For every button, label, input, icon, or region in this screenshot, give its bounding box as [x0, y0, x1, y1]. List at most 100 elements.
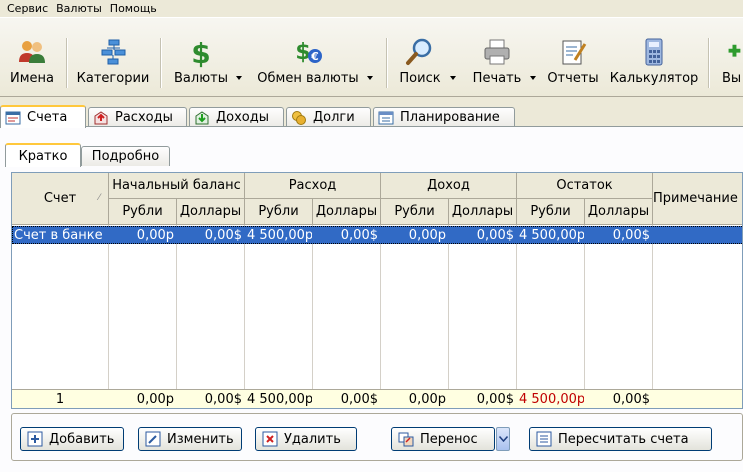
names-label: Имена: [10, 71, 54, 86]
tab-expenses-label: Расходы: [115, 110, 173, 125]
delete-button[interactable]: Удалить: [255, 427, 357, 451]
total-count: 1: [55, 392, 65, 407]
column-divider: [108, 225, 109, 389]
tab-income[interactable]: Доходы: [189, 107, 284, 127]
total-income-usd: 0,00$: [476, 392, 514, 407]
coins-icon: [292, 110, 306, 125]
search-dropdown-arrow[interactable]: [450, 76, 456, 80]
exchange-dropdown-arrow[interactable]: [367, 76, 373, 80]
tab-debts[interactable]: Долги: [286, 107, 371, 127]
transfer-button[interactable]: Перенос: [391, 427, 495, 451]
header-income[interactable]: Доход: [381, 173, 517, 199]
recalc-icon: [536, 431, 552, 447]
toolbar-separator: [66, 38, 68, 88]
svg-text:$: $: [295, 40, 310, 65]
header-initial-rub[interactable]: Рубли: [109, 199, 177, 225]
header-income-rub[interactable]: Рубли: [381, 199, 449, 225]
header-balance-usd[interactable]: Доллары: [585, 199, 653, 225]
cell-income-rub[interactable]: 0,00р: [381, 227, 448, 245]
currencies-button[interactable]: $ Валюты: [172, 36, 230, 90]
subtab-detailed[interactable]: Подробно: [81, 146, 170, 166]
exchange-button[interactable]: $ € Обмен валюты: [256, 36, 360, 90]
toolbar: Имена Категории $ Валюты $ € Обмен валют…: [0, 17, 743, 97]
toolbar-separator: [160, 38, 162, 88]
planning-icon: [378, 111, 394, 124]
transfer-label: Перенос: [420, 431, 478, 447]
search-icon: [406, 38, 432, 65]
tab-income-label: Доходы: [216, 110, 270, 125]
header-expense-usd[interactable]: Доллары: [313, 199, 381, 225]
header-note[interactable]: Примечание: [653, 173, 742, 225]
svg-text:$: $: [191, 37, 210, 68]
cell-balance-usd[interactable]: 0,00$: [585, 227, 652, 245]
header-balance[interactable]: Остаток: [517, 173, 653, 199]
subtab-brief[interactable]: Кратко: [5, 143, 81, 167]
header-balance-rub[interactable]: Рубли: [517, 199, 585, 225]
printer-icon: [484, 39, 510, 65]
tab-expenses[interactable]: Расходы: [88, 107, 187, 127]
cell-expense-rub[interactable]: 4 500,00р: [245, 227, 312, 245]
calculator-label: Калькулятор: [609, 71, 699, 86]
total-balance-rub: 4 500,00р: [519, 392, 584, 407]
accounts-icon: [5, 111, 21, 124]
header-account[interactable]: Счет ⁄: [12, 173, 109, 225]
header-usd-label: Доллары: [587, 204, 650, 219]
people-icon: [19, 41, 45, 63]
total-income-rub: 0,00р: [408, 392, 446, 407]
menu-service[interactable]: Сервис: [3, 0, 52, 17]
menu-help[interactable]: Помощь: [106, 0, 161, 17]
transfer-dropdown-button[interactable]: [496, 427, 510, 451]
edit-button[interactable]: Изменить: [138, 427, 242, 451]
search-button[interactable]: Поиск: [396, 36, 444, 90]
search-label: Поиск: [399, 71, 441, 86]
chevron-down-icon: [498, 436, 508, 442]
currencies-label: Валюты: [174, 71, 228, 86]
column-divider: [516, 225, 517, 389]
total-expense-usd: 0,00$: [340, 392, 378, 407]
exit-icon: [728, 44, 741, 57]
cell-initial-usd[interactable]: 0,00$: [177, 227, 244, 245]
header-expense-rub[interactable]: Рубли: [245, 199, 313, 225]
column-divider: [244, 225, 245, 389]
tab-planning-label: Планирование: [400, 110, 500, 125]
cell-income-usd[interactable]: 0,00$: [449, 227, 516, 245]
calculator-button[interactable]: Калькулятор: [610, 36, 698, 90]
header-rub-label: Рубли: [394, 204, 435, 219]
header-rub-label: Рубли: [122, 204, 163, 219]
reports-button[interactable]: Отчеты: [547, 36, 599, 90]
menu-bar: Сервис Валюты Помощь: [0, 0, 743, 17]
tab-accounts[interactable]: Счета: [0, 105, 86, 128]
cell-initial-rub[interactable]: 0,00р: [109, 227, 176, 245]
header-usd-label: Доллары: [315, 204, 378, 219]
header-income-label: Доход: [427, 178, 470, 193]
accounts-grid[interactable]: Счет ⁄ Начальный баланс Расход Доход Ост…: [11, 172, 743, 409]
column-divider: [176, 225, 177, 389]
menu-currencies[interactable]: Валюты: [52, 0, 106, 17]
print-dropdown-arrow[interactable]: [530, 76, 536, 80]
header-initial-usd[interactable]: Доллары: [177, 199, 245, 225]
add-button[interactable]: Добавить: [20, 427, 124, 451]
categories-label: Категории: [76, 71, 150, 86]
print-label: Печать: [472, 71, 522, 86]
cell-balance-rub[interactable]: 4 500,00р: [517, 227, 584, 245]
subtab-detailed-label: Подробно: [91, 149, 160, 164]
header-initial-balance[interactable]: Начальный баланс: [109, 173, 245, 199]
subtab-brief-label: Кратко: [18, 148, 68, 164]
exit-button[interactable]: Вы: [722, 36, 743, 90]
header-income-usd[interactable]: Доллары: [449, 199, 517, 225]
currencies-dropdown-arrow[interactable]: [236, 76, 242, 80]
header-expense[interactable]: Расход: [245, 173, 381, 199]
edit-icon: [145, 431, 161, 447]
header-initial-balance-label: Начальный баланс: [112, 178, 241, 193]
categories-button[interactable]: Категории: [75, 36, 151, 90]
expenses-icon: [94, 110, 108, 124]
recalc-button[interactable]: Пересчитать счета: [529, 427, 712, 451]
total-initial-usd: 0,00$: [204, 392, 242, 407]
header-rub-label: Рубли: [258, 204, 299, 219]
names-button[interactable]: Имена: [9, 36, 55, 90]
cell-expense-usd[interactable]: 0,00$: [313, 227, 380, 245]
cell-account[interactable]: Счет в банке: [12, 227, 108, 245]
sort-icon: ⁄: [98, 193, 100, 203]
print-button[interactable]: Печать: [470, 36, 524, 90]
tab-planning[interactable]: Планирование: [373, 107, 515, 127]
